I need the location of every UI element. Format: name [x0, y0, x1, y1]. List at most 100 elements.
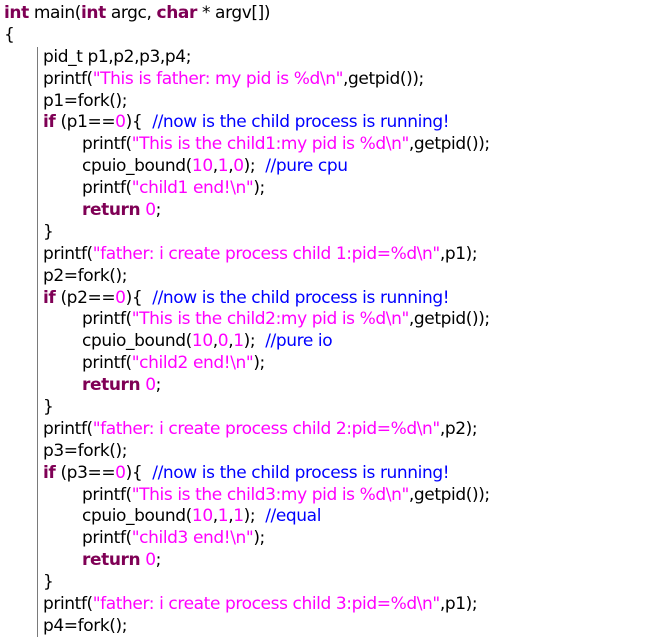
number-token: 10 [191, 331, 213, 352]
code-token: ){ [125, 287, 153, 308]
code-line[interactable]: printf("father: i create process child 1… [4, 244, 653, 266]
code-token: ){ [125, 462, 153, 483]
number-token: 0 [145, 375, 156, 396]
code-line[interactable]: printf("child2 end!\n"); [4, 353, 653, 375]
code-line[interactable]: p4=fork(); [4, 616, 653, 638]
code-line[interactable]: return 0; [4, 375, 653, 397]
code-token: ,p2); [439, 418, 478, 439]
keyword-token: return [82, 375, 141, 396]
code-token: printf( [82, 484, 132, 505]
keyword-token: if [43, 287, 56, 308]
code-token: ,getpid()); [343, 68, 424, 89]
comment-token: //now is the child process is running! [152, 287, 450, 308]
code-token: printf( [82, 178, 132, 199]
code-editor[interactable]: int main(int argc, char * argv[]){ pid_t … [0, 0, 653, 640]
code-line[interactable]: cpuio_bound(10, 1, 0); //pure cpu [4, 156, 653, 178]
comment-token: //equal [265, 506, 322, 527]
code-token: ); [243, 331, 266, 352]
string-token: "child1 end!\n" [131, 178, 254, 199]
number-token: 0 [145, 550, 156, 571]
code-token: cpuio_bound( [82, 331, 192, 352]
code-line[interactable]: if (p3== 0){ //now is the child process i… [4, 463, 653, 485]
string-token: "child2 end!\n" [131, 353, 254, 374]
code-line[interactable]: if (p2== 0){ //now is the child process i… [4, 288, 653, 310]
code-token: cpuio_bound( [82, 156, 192, 177]
code-token: { [4, 24, 15, 45]
code-line[interactable]: cpuio_bound(10, 1, 1); //equal [4, 506, 653, 528]
code-token: (p2== [55, 287, 116, 308]
code-line[interactable]: printf("This is father: my pid is %d\n",… [4, 69, 653, 91]
string-token: "This is the child2:my pid is %d\n" [131, 309, 410, 330]
code-line[interactable]: printf("child1 end!\n"); [4, 178, 653, 200]
code-line[interactable]: } [4, 397, 653, 419]
code-line[interactable]: if (p1== 0){ //now is the child process i… [4, 112, 653, 134]
code-token: ,p1); [439, 594, 478, 615]
code-token: printf( [82, 528, 132, 549]
code-token: p1=fork(); [43, 90, 128, 111]
string-token: "father: i create process child 1:pid=%d… [92, 243, 440, 264]
code-line[interactable]: p1=fork(); [4, 91, 653, 113]
code-token: ); [243, 156, 266, 177]
number-token: 10 [191, 156, 213, 177]
code-token: ); [253, 353, 265, 374]
string-token: "father: i create process child 3:pid=%d… [92, 594, 440, 615]
code-token: ; [155, 200, 162, 221]
code-line[interactable]: printf("This is the child1:my pid is %d\… [4, 134, 653, 156]
code-line[interactable]: pid_t p1,p2,p3,p4; [4, 47, 653, 69]
comment-token: //now is the child process is running! [152, 462, 450, 483]
keyword-token: int [4, 3, 29, 23]
keyword-token: if [43, 112, 56, 133]
code-token: ,getpid()); [408, 484, 490, 505]
code-line[interactable]: p3=fork(); [4, 441, 653, 463]
code-token: main( [28, 3, 82, 23]
code-token: printf( [82, 353, 132, 374]
code-token: p4=fork(); [43, 615, 128, 636]
code-token: ,p1); [439, 243, 478, 264]
comment-token: //pure io [265, 331, 333, 352]
keyword-token: return [82, 200, 141, 221]
string-token: "This is father: my pid is %d\n" [92, 68, 344, 89]
code-line[interactable]: printf("father: i create process child 3… [4, 594, 653, 616]
number-token: 10 [191, 506, 213, 527]
code-line[interactable]: printf("This is the child2:my pid is %d\… [4, 309, 653, 331]
code-line[interactable]: int main(int argc, char * argv[]) [4, 3, 653, 25]
code-token: ; [155, 550, 162, 571]
code-token: cpuio_bound( [82, 506, 192, 527]
code-line[interactable]: printf("father: i create process child 2… [4, 419, 653, 441]
code-line[interactable]: printf("This is the child3:my pid is %d\… [4, 485, 653, 507]
code-token: ); [243, 506, 266, 527]
number-token: 0 [145, 200, 156, 221]
number-token: 1 [217, 506, 229, 527]
code-token: p3=fork(); [43, 440, 128, 461]
number-token: 0 [115, 462, 126, 483]
code-token: (p3== [55, 462, 116, 483]
comment-token: //now is the child process is running! [152, 112, 450, 133]
number-token: 0 [115, 112, 126, 133]
code-line[interactable]: cpuio_bound(10, 0, 1); //pure io [4, 331, 653, 353]
code-token: printf( [43, 418, 93, 439]
code-line[interactable]: p2=fork(); [4, 266, 653, 288]
code-token: argc, [105, 3, 157, 23]
number-token: 0 [115, 287, 126, 308]
code-token: ; [155, 375, 162, 396]
keyword-token: if [43, 462, 56, 483]
code-line[interactable]: } [4, 222, 653, 244]
code-token: pid_t p1,p2,p3,p4; [43, 46, 192, 67]
keyword-token: int [80, 3, 106, 23]
number-token: 1 [233, 506, 244, 527]
code-token: ,getpid()); [408, 134, 490, 155]
code-line[interactable]: printf("child3 end!\n"); [4, 528, 653, 550]
code-token: ,getpid()); [408, 309, 490, 330]
keyword-token: char [156, 3, 198, 23]
code-token: printf( [82, 309, 132, 330]
code-line[interactable]: } [4, 572, 653, 594]
code-token: printf( [82, 134, 132, 155]
code-line[interactable]: return 0; [4, 550, 653, 572]
code-line[interactable]: { [4, 25, 653, 47]
code-token: printf( [43, 594, 93, 615]
number-token: 1 [217, 156, 229, 177]
code-token: } [43, 572, 54, 593]
code-token: (p1== [55, 112, 116, 133]
keyword-token: return [82, 550, 141, 571]
code-line[interactable]: return 0; [4, 200, 653, 222]
